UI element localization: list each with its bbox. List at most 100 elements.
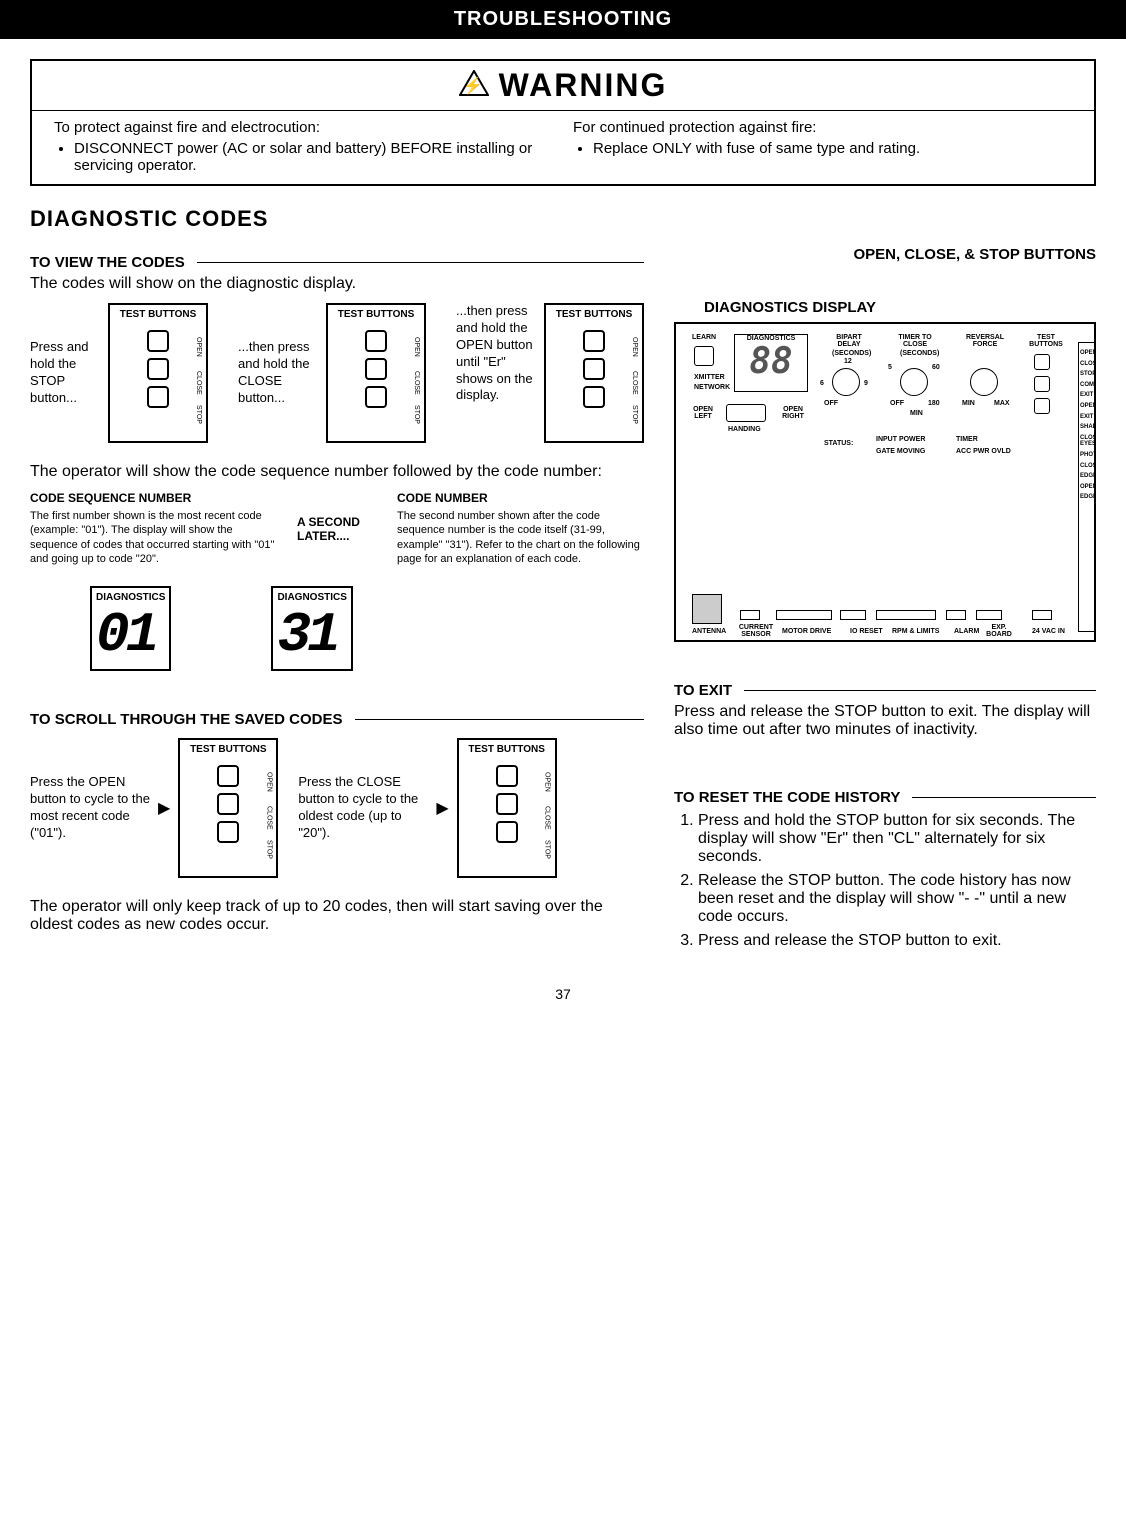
diag-display-code: DIAGNOSTICS 31	[271, 586, 352, 671]
panel-title: TEST BUTTONS	[110, 305, 206, 324]
cb-24vac: 24 VAC IN	[1032, 628, 1065, 635]
cb-status: STATUS:	[824, 440, 853, 447]
test-panel-1: TEST BUTTONS OPEN CLOSE STOP	[108, 303, 208, 443]
open-button[interactable]	[147, 330, 169, 352]
page-title: TROUBLESHOOTING	[0, 0, 1126, 39]
label-open: OPEN	[544, 772, 551, 792]
reset-step-1: Press and hold the STOP button for six s…	[698, 812, 1096, 866]
reset-step-3: Press and release the STOP button to exi…	[698, 932, 1096, 950]
close-button[interactable]	[496, 793, 518, 815]
stop-button[interactable]	[217, 821, 239, 843]
stop-button[interactable]	[583, 386, 605, 408]
handing-switch[interactable]	[726, 404, 766, 422]
open-button[interactable]	[217, 765, 239, 787]
open-button[interactable]	[583, 330, 605, 352]
left-column: TO VIEW THE CODES The codes will show on…	[30, 236, 644, 956]
warning-title-row: ⚡ WARNING	[32, 61, 1094, 111]
diag-label: DIAGNOSTICS	[277, 592, 346, 603]
label-open: OPEN	[195, 337, 202, 357]
seq-text: The first number shown is the most recen…	[30, 509, 277, 566]
cb-close-button[interactable]	[1034, 376, 1050, 392]
terminal-label: OPEN	[1080, 350, 1096, 357]
label-open: OPEN	[265, 772, 272, 792]
terminal-label: STOP	[1080, 371, 1096, 378]
code-title: CODE NUMBER	[397, 491, 644, 505]
connector	[740, 610, 760, 620]
label-stop: STOP	[631, 405, 638, 424]
bipart-dial[interactable]	[832, 368, 860, 396]
warning-col-1: To protect against fire and electrocutio…	[44, 119, 563, 176]
arrow-right-icon: ▶	[436, 798, 448, 818]
panel-title: TEST BUTTONS	[459, 740, 555, 759]
close-button[interactable]	[217, 793, 239, 815]
seq-title: CODE SEQUENCE NUMBER	[30, 491, 277, 505]
stop-button[interactable]	[147, 386, 169, 408]
cb-bipart-off: OFF	[824, 400, 838, 407]
open-button[interactable]	[365, 330, 387, 352]
stop-button[interactable]	[496, 821, 518, 843]
scroll-heading-text: TO SCROLL THROUGH THE SAVED CODES	[30, 711, 343, 728]
control-board-diagram: LEARN DIAGNOSTICS 88 XMITTER NETWORK OPE…	[674, 322, 1096, 642]
close-button[interactable]	[147, 358, 169, 380]
cb-antenna: ANTENNA	[692, 628, 726, 635]
display-callout-label: DIAGNOSTICS DISPLAY	[704, 299, 1096, 316]
label-open: OPEN	[631, 337, 638, 357]
seq-col: CODE SEQUENCE NUMBER The first number sh…	[30, 491, 277, 566]
panel-row-2: Press the OPEN button to cycle to the mo…	[30, 738, 644, 878]
cb-rpm-limits: RPM & LIMITS	[892, 628, 939, 635]
reversal-dial[interactable]	[970, 368, 998, 396]
reset-step-2: Release the STOP button. The code histor…	[698, 872, 1096, 926]
learn-button[interactable]	[694, 346, 714, 366]
label-close: CLOSE	[631, 371, 638, 395]
rule	[912, 797, 1096, 798]
exit-heading-text: TO EXIT	[674, 682, 732, 699]
cb-bipart-unit: (SECONDS)	[832, 350, 871, 357]
rule	[355, 719, 644, 720]
cb-timer: TIMER TO CLOSE	[890, 334, 940, 348]
reset-heading: TO RESET THE CODE HISTORY	[674, 789, 1096, 806]
panel-row-1: Press and hold the STOP button... TEST B…	[30, 303, 644, 443]
cb-current-sensor: CURRENT SENSOR	[738, 624, 774, 638]
terminal-label: EDGE	[1080, 473, 1096, 480]
terminal-label: EDGE	[1080, 494, 1096, 501]
cb-bipart-12: 12	[844, 358, 852, 365]
terminal-label: OPEN	[1080, 403, 1096, 410]
cb-open-left: OPEN LEFT	[688, 406, 718, 420]
close-button[interactable]	[583, 358, 605, 380]
open-button[interactable]	[496, 765, 518, 787]
step1-text: Press and hold the STOP button...	[30, 339, 100, 407]
code-text: The second number shown after the code s…	[397, 509, 644, 566]
warning-col2-intro: For continued protection against fire:	[573, 119, 1072, 136]
timer-dial[interactable]	[900, 368, 928, 396]
label-close: CLOSE	[413, 371, 420, 395]
reset-list: Press and hold the STOP button for six s…	[674, 812, 1096, 950]
terminal-label: PHOTO	[1080, 452, 1096, 459]
label-stop: STOP	[544, 840, 551, 859]
label-close: CLOSE	[195, 371, 202, 395]
terminal-label: EXIT	[1080, 414, 1096, 421]
warning-col1-bullet: DISCONNECT power (AC or solar and batter…	[74, 140, 553, 174]
section-title: DIAGNOSTIC CODES	[30, 206, 1096, 232]
stop-button[interactable]	[365, 386, 387, 408]
terminal-label: CLOSE EYES	[1080, 435, 1096, 448]
cb-timer-min: MIN	[910, 410, 923, 417]
close-button[interactable]	[365, 358, 387, 380]
diag-label: DIAGNOSTICS	[96, 592, 165, 603]
cb-stop-button[interactable]	[1034, 398, 1050, 414]
label-stop: STOP	[195, 405, 202, 424]
diag-display-seq: DIAGNOSTICS 01	[90, 586, 171, 671]
code-value: 31	[277, 605, 317, 665]
diagnostic-displays: DIAGNOSTICS 01 DIAGNOSTICS 31	[30, 576, 644, 681]
cb-status-0: INPUT POWER	[876, 436, 925, 443]
cb-bipart-6: 6	[820, 380, 824, 387]
reset-heading-text: TO RESET THE CODE HISTORY	[674, 789, 900, 806]
cb-status-2: GATE MOVING	[876, 448, 925, 455]
warning-body: To protect against fire and electrocutio…	[32, 111, 1094, 184]
cb-rev-max: MAX	[994, 400, 1010, 407]
cb-open-button[interactable]	[1034, 354, 1050, 370]
cb-test-buttons-label: TEST BUTTONS	[1024, 334, 1068, 348]
code-desc-row: CODE SEQUENCE NUMBER The first number sh…	[30, 491, 644, 566]
panel-title: TEST BUTTONS	[328, 305, 424, 324]
scroll-heading: TO SCROLL THROUGH THE SAVED CODES	[30, 711, 644, 728]
connector	[776, 610, 832, 620]
